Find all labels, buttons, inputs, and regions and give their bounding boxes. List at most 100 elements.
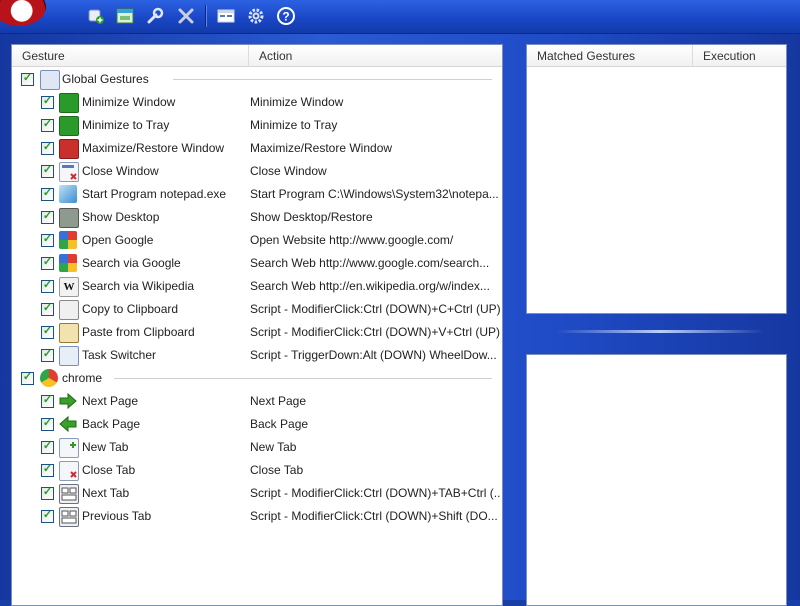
gesture-action: Minimize to Tray: [250, 118, 338, 132]
gesture-row[interactable]: Back Page Back Page: [12, 413, 502, 436]
arrow-left-icon: [59, 415, 77, 433]
gesture-row[interactable]: Start Program notepad.exe Start Program C…: [12, 183, 502, 206]
column-header-action[interactable]: Action: [248, 45, 502, 67]
gesture-action: Open Website http://www.google.com/: [250, 233, 454, 247]
new-tab-icon: [59, 438, 79, 458]
gesture-checkbox[interactable]: [41, 395, 54, 408]
gesture-row[interactable]: Search via Google Search Web http://www.g…: [12, 252, 502, 275]
gesture-action: Script - ModifierClick:Ctrl (DOWN)+Shift…: [250, 509, 498, 523]
group-separator-line: [113, 378, 492, 379]
gesture-action: Back Page: [250, 417, 309, 431]
gesture-row[interactable]: Next Page Next Page: [12, 390, 502, 413]
matched-gestures-panel: Matched Gestures Execution: [526, 44, 787, 314]
gesture-action: Close Tab: [250, 463, 304, 477]
group-checkbox[interactable]: [21, 73, 34, 86]
delete-icon[interactable]: [176, 6, 196, 26]
gesture-row[interactable]: Next Tab Script - ModifierClick:Ctrl (DOW…: [12, 482, 502, 505]
global-gestures-icon: [40, 70, 60, 90]
gesture-action: Script - ModifierClick:Ctrl (DOWN)+V+Ctr…: [250, 325, 500, 339]
gesture-name: New Tab: [82, 440, 129, 454]
gesture-name: Start Program notepad.exe: [82, 187, 227, 201]
gesture-action: Search Web http://www.google.com/search.…: [250, 256, 490, 270]
column-header-execution[interactable]: Execution: [692, 45, 786, 67]
google-icon: [59, 231, 77, 249]
gesture-action: Script - ModifierClick:Ctrl (DOWN)+C+Ctr…: [250, 302, 500, 316]
gesture-checkbox[interactable]: [41, 510, 54, 523]
gesture-row[interactable]: Previous Tab Script - ModifierClick:Ctrl …: [12, 505, 502, 528]
gesture-name: Paste from Clipboard: [82, 325, 195, 339]
gesture-row[interactable]: Copy to Clipboard Script - ModifierClick:…: [12, 298, 502, 321]
gesture-row[interactable]: Paste from Clipboard Script - ModifierCli…: [12, 321, 502, 344]
group-checkbox[interactable]: [21, 372, 34, 385]
task-switcher-icon: [59, 346, 79, 366]
gesture-name: Task Switcher: [82, 348, 157, 362]
gesture-checkbox[interactable]: [41, 142, 54, 155]
copy-icon: [59, 300, 79, 320]
wrench-icon[interactable]: [145, 6, 165, 26]
gesture-row[interactable]: Minimize Window Minimize Window: [12, 91, 502, 114]
window-icon[interactable]: [216, 6, 236, 26]
gesture-action: Show Desktop/Restore: [250, 210, 373, 224]
gesture-row[interactable]: Minimize to Tray Minimize to Tray: [12, 114, 502, 137]
column-header-gesture[interactable]: Gesture: [12, 45, 248, 67]
paste-icon: [59, 323, 79, 343]
close-window-icon: [59, 162, 79, 182]
add-gesture-icon[interactable]: [86, 6, 106, 26]
gesture-checkbox[interactable]: [41, 441, 54, 454]
gesture-checkbox[interactable]: [41, 326, 54, 339]
group-row[interactable]: Global Gestures: [12, 68, 502, 91]
gesture-row[interactable]: Open Google Open Website http://www.googl…: [12, 229, 502, 252]
gesture-row[interactable]: Task Switcher Script - TriggerDown:Alt (D…: [12, 344, 502, 367]
gear-icon[interactable]: [246, 6, 266, 26]
toolbar: ?: [0, 0, 800, 34]
gesture-checkbox[interactable]: [41, 487, 54, 500]
gesture-checkbox[interactable]: [41, 165, 54, 178]
gesture-name: Close Window: [82, 164, 159, 178]
gesture-row[interactable]: WSearch via Wikipedia Search Web http://e…: [12, 275, 502, 298]
gesture-checkbox[interactable]: [41, 188, 54, 201]
gesture-checkbox[interactable]: [41, 303, 54, 316]
gesture-checkbox[interactable]: [41, 257, 54, 270]
gesture-name: Maximize/Restore Window: [82, 141, 225, 155]
gesture-name: Open Google: [82, 233, 154, 247]
gesture-name: Show Desktop: [82, 210, 160, 224]
keyboard-icon: [59, 484, 79, 504]
gesture-action: Script - ModifierClick:Ctrl (DOWN)+TAB+C…: [250, 486, 500, 500]
google-icon: [59, 254, 77, 272]
minimize-tray-icon: [59, 116, 79, 136]
group-row[interactable]: chrome: [12, 367, 502, 390]
gesture-row[interactable]: Close Tab Close Tab: [12, 459, 502, 482]
gesture-preview-panel[interactable]: [526, 354, 787, 606]
help-icon[interactable]: ?: [276, 6, 296, 26]
gesture-checkbox[interactable]: [41, 234, 54, 247]
gesture-action: Close Window: [250, 164, 327, 178]
gesture-checkbox[interactable]: [41, 119, 54, 132]
gesture-checkbox[interactable]: [41, 211, 54, 224]
gesture-name: Search via Wikipedia: [82, 279, 195, 293]
gesture-checkbox[interactable]: [41, 280, 54, 293]
gesture-row[interactable]: Close Window Close Window: [12, 160, 502, 183]
gesture-name: Minimize Window: [82, 95, 176, 109]
gesture-name: Next Tab: [82, 486, 130, 500]
gesture-row[interactable]: Maximize/Restore Window Maximize/Restore …: [12, 137, 502, 160]
gesture-checkbox[interactable]: [41, 418, 54, 431]
panel-divider[interactable]: [556, 330, 764, 333]
notepad-icon: [59, 185, 77, 203]
gesture-list-panel: Gesture Action Global Gestures Minimize W…: [11, 44, 503, 606]
gesture-name: Minimize to Tray: [82, 118, 170, 132]
gesture-action: Next Page: [250, 394, 307, 408]
gesture-action: Minimize Window: [250, 95, 344, 109]
gesture-action: Maximize/Restore Window: [250, 141, 393, 155]
gesture-name: Close Tab: [82, 463, 136, 477]
gesture-row[interactable]: New Tab New Tab: [12, 436, 502, 459]
gesture-row[interactable]: Show Desktop Show Desktop/Restore: [12, 206, 502, 229]
gesture-checkbox[interactable]: [41, 96, 54, 109]
app-logo[interactable]: [0, 0, 46, 26]
gesture-checkbox[interactable]: [41, 464, 54, 477]
close-tab-icon: [59, 461, 79, 481]
gesture-name: Next Page: [82, 394, 139, 408]
new-window-icon[interactable]: [115, 6, 135, 26]
column-header-matched-gestures[interactable]: Matched Gestures: [527, 45, 692, 67]
gesture-checkbox[interactable]: [41, 349, 54, 362]
wikipedia-icon: W: [59, 277, 79, 297]
